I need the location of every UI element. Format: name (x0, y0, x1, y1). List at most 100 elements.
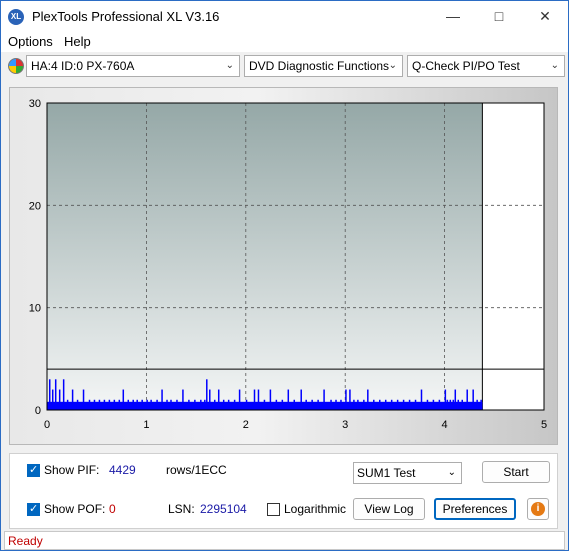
pif-bar (245, 399, 248, 410)
pif-bar (176, 399, 178, 410)
pif-bar (476, 399, 478, 410)
pif-bar (209, 389, 211, 410)
toolbar: HA:4 ID:0 PX-760A ⌄ DVD Diagnostic Funct… (1, 52, 568, 80)
pif-bar (150, 399, 152, 410)
pif-bar (54, 379, 57, 410)
view-log-button[interactable]: View Log (353, 498, 425, 520)
pif-bar (62, 379, 65, 410)
status-bar: Ready (4, 531, 565, 550)
menu-help[interactable]: Help (64, 34, 91, 49)
show-pof-checkbox[interactable] (27, 502, 40, 516)
pif-bar (373, 399, 375, 410)
drive-disc-icon (8, 58, 24, 74)
pif-bar (263, 399, 266, 410)
menu-options[interactable]: Options (8, 34, 53, 49)
pif-bar (457, 399, 460, 410)
pif-bar (408, 399, 411, 410)
pif-bar (71, 389, 74, 410)
pif-bar (204, 399, 206, 410)
pif-bar (48, 379, 51, 410)
pif-bar (357, 399, 359, 410)
status-text: Ready (8, 534, 43, 548)
pif-bar (194, 399, 196, 410)
start-button[interactable]: Start (482, 461, 550, 483)
pif-bar (213, 399, 216, 410)
pif-bar (449, 399, 452, 410)
show-pif-checkbox[interactable] (27, 463, 40, 477)
pif-bar (305, 399, 307, 410)
pif-bar (472, 389, 474, 410)
pif-bar (66, 399, 69, 410)
pif-bar (396, 399, 399, 410)
pif-bar (293, 399, 296, 410)
logarithmic-label: Logarithmic (284, 502, 347, 516)
app-logo-icon: XL (8, 9, 24, 25)
sum-test-select[interactable]: SUM1 Test ⌄ (353, 462, 462, 484)
pif-bar (330, 399, 332, 410)
x-tick-label: 0 (44, 419, 50, 431)
pif-bar (188, 399, 190, 410)
pif-bar (438, 399, 441, 410)
show-pif-label: Show PIF: (44, 463, 100, 477)
pif-bar (58, 389, 61, 410)
pif-bar (217, 389, 220, 410)
y-tick-label: 20 (29, 200, 41, 212)
pif-bar (227, 399, 230, 410)
pif-bar (82, 389, 85, 410)
pif-bar (349, 389, 351, 410)
pif-bar (166, 399, 168, 410)
pif-bar (420, 389, 423, 410)
plextools-window: XL PlexTools Professional XL V3.16 — □ ✕… (0, 0, 569, 551)
pif-bar (257, 389, 260, 410)
x-tick-label: 5 (541, 419, 547, 431)
pif-bar (454, 389, 457, 410)
lsn-label: LSN: (168, 502, 195, 516)
pif-bar (103, 399, 106, 410)
test-select[interactable]: Q-Check PI/PO Test ⌄ (407, 55, 565, 77)
drive-select[interactable]: HA:4 ID:0 PX-760A ⌄ (26, 55, 240, 77)
pif-bar (461, 399, 463, 410)
pif-bar (269, 389, 272, 410)
x-tick-label: 1 (143, 419, 149, 431)
pif-bar (452, 399, 455, 410)
pif-bar (108, 399, 111, 410)
maximize-button[interactable]: □ (476, 1, 522, 32)
pif-bar (367, 389, 369, 410)
function-select[interactable]: DVD Diagnostic Functions ⌄ (244, 55, 403, 77)
sum-test-value: SUM1 Test (357, 466, 416, 480)
pif-bar (414, 399, 417, 410)
pif-bar (378, 399, 381, 410)
pif-bar (51, 389, 54, 410)
pif-bar (222, 399, 225, 410)
lsn-value: 2295104 (200, 502, 247, 516)
logarithmic-checkbox[interactable] (267, 503, 280, 516)
pif-bar (76, 399, 79, 410)
chart-panel: 0 1 2 3 4 5 0 10 20 30 (9, 87, 558, 445)
pi-po-chart: 0 1 2 3 4 5 0 10 20 30 (29, 98, 547, 431)
pif-bar (432, 399, 435, 410)
pif-bar (233, 399, 236, 410)
pif-bar (113, 399, 116, 410)
x-tick-label: 3 (342, 419, 348, 431)
test-select-value: Q-Check PI/PO Test (412, 59, 520, 73)
minimize-button[interactable]: — (430, 1, 476, 32)
pif-bar (253, 389, 256, 410)
pif-bar (156, 399, 158, 410)
info-button[interactable]: i (527, 498, 549, 520)
info-icon: i (531, 502, 545, 516)
pif-bar (281, 399, 284, 410)
pif-bar (311, 399, 313, 410)
close-button[interactable]: ✕ (522, 1, 568, 32)
pif-bar (353, 399, 355, 410)
pif-bar (300, 389, 302, 410)
pif-bar (93, 399, 96, 410)
pif-bar (200, 399, 202, 410)
pif-bar (466, 389, 468, 410)
preferences-button[interactable]: Preferences (434, 498, 516, 520)
chevron-down-icon: ⌄ (225, 60, 234, 71)
pif-bar (444, 389, 447, 410)
function-select-value: DVD Diagnostic Functions (249, 59, 390, 73)
plot-background (47, 103, 483, 410)
pif-bar (161, 389, 163, 410)
pif-unit: rows/1ECC (166, 463, 227, 477)
